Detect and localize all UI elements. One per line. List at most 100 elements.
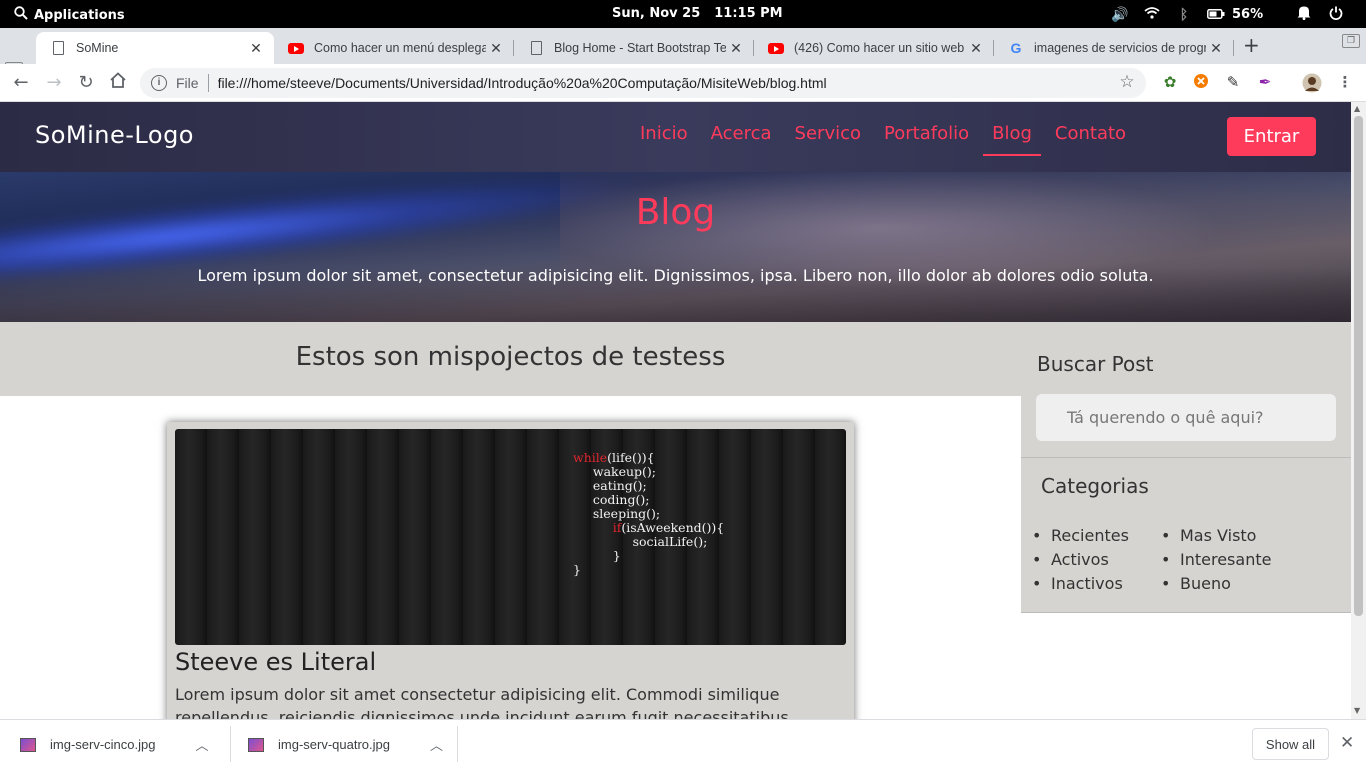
categories-list: Recientes Mas Visto Activos Interesante … bbox=[1032, 524, 1309, 596]
site-menu: Inicio Acerca Servico Portafolio Blog Co… bbox=[640, 123, 1149, 156]
image-file-icon bbox=[20, 737, 36, 752]
close-tab-icon[interactable]: ✕ bbox=[1206, 40, 1226, 57]
applications-label: Applications bbox=[34, 7, 125, 23]
profile-avatar[interactable] bbox=[1302, 73, 1322, 93]
code-line: sleeping(); bbox=[592, 506, 661, 521]
tab-title: imagenes de servicios de progr bbox=[1034, 41, 1206, 55]
code-line: socialLife(); bbox=[632, 534, 708, 549]
show-all-button[interactable]: Show all bbox=[1252, 728, 1329, 760]
post-image: while(life()){ wakeup(); eating(); codin… bbox=[175, 429, 846, 645]
address-bar[interactable]: i File file:///home/steeve/Documents/Uni… bbox=[140, 68, 1146, 98]
bookmark-star-icon[interactable]: ☆ bbox=[1115, 72, 1139, 92]
youtube-icon bbox=[768, 40, 784, 56]
sidebar: Buscar Post Tá querendo o quê aqui? Cate… bbox=[1021, 322, 1351, 613]
bluetooth-off-icon[interactable]: ᛒ bbox=[1168, 7, 1200, 23]
document-icon bbox=[50, 40, 66, 56]
tab-title: (426) Como hacer un sitio web bbox=[794, 41, 965, 55]
download-item[interactable]: img-serv-quatro.jpg ︿ bbox=[231, 720, 458, 769]
battery-icon[interactable] bbox=[1200, 7, 1232, 23]
section-header: Estos son mispojectos de testess bbox=[0, 322, 1021, 396]
power-icon[interactable] bbox=[1320, 6, 1352, 24]
extension-gears-icon[interactable]: ✿ bbox=[1160, 73, 1180, 93]
code-line: eating(); bbox=[592, 478, 647, 493]
image-file-icon bbox=[248, 737, 264, 752]
code-line: (life()){ bbox=[607, 450, 655, 465]
system-tray[interactable]: 🔊 ᛒ 56% bbox=[1104, 5, 1352, 24]
extension-feather-icon[interactable]: ✒ bbox=[1255, 73, 1275, 93]
close-tab-icon[interactable]: ✕ bbox=[246, 40, 266, 57]
menu-item-portafolio[interactable]: Portafolio bbox=[884, 123, 969, 156]
tab-imagenes-servicios[interactable]: G imagenes de servicios de progr ✕ bbox=[994, 32, 1234, 64]
clock-date: Sun, Nov 25 bbox=[612, 6, 701, 21]
forward-button[interactable]: → bbox=[42, 72, 66, 93]
document-icon bbox=[528, 40, 544, 56]
page-scrollbar[interactable]: ▲ ▼ bbox=[1351, 102, 1366, 719]
browser-menu-icon[interactable]: ⋮ bbox=[1335, 73, 1355, 93]
extension-orange-icon[interactable] bbox=[1191, 73, 1211, 93]
hero-banner: Blog Lorem ipsum dolor sit amet, consect… bbox=[0, 172, 1351, 322]
browser-tab-strip: ✕ SoMine ✕ Como hacer un menú desplega ✕… bbox=[0, 28, 1366, 76]
extension-pen-icon[interactable]: ✎ bbox=[1223, 73, 1243, 93]
download-filename: img-serv-quatro.jpg bbox=[278, 737, 390, 752]
home-button[interactable] bbox=[106, 72, 130, 93]
section-title: Estos son mispojectos de testess bbox=[295, 342, 726, 372]
youtube-icon bbox=[288, 40, 304, 56]
web-page: SoMine-Logo Inicio Acerca Servico Portaf… bbox=[0, 102, 1351, 719]
code-line: coding(); bbox=[592, 492, 650, 507]
search-input[interactable]: Tá querendo o quê aqui? bbox=[1036, 394, 1336, 441]
code-line: wakeup(); bbox=[592, 464, 657, 479]
search-title: Buscar Post bbox=[1037, 352, 1154, 376]
close-tab-icon[interactable]: ✕ bbox=[966, 40, 986, 57]
scroll-up-icon[interactable]: ▲ bbox=[1354, 104, 1360, 113]
tab-somine[interactable]: SoMine ✕ bbox=[36, 32, 274, 64]
menu-item-inicio[interactable]: Inicio bbox=[640, 123, 688, 156]
wifi-icon[interactable] bbox=[1136, 6, 1168, 23]
menu-item-contato[interactable]: Contato bbox=[1055, 123, 1126, 156]
chevron-up-icon[interactable]: ︿ bbox=[430, 735, 443, 754]
category-item[interactable]: Mas Visto bbox=[1161, 524, 1309, 548]
scrollbar-thumb[interactable] bbox=[1354, 116, 1363, 616]
site-info-icon[interactable]: i bbox=[151, 75, 167, 91]
menu-item-blog[interactable]: Blog bbox=[983, 123, 1041, 156]
code-line: while bbox=[573, 450, 608, 465]
menu-item-servico[interactable]: Servico bbox=[795, 123, 861, 156]
clock-time: 11:15 PM bbox=[714, 6, 783, 21]
tab-menu-desplegable[interactable]: Como hacer un menú desplega ✕ bbox=[274, 32, 514, 64]
category-item[interactable]: Bueno bbox=[1161, 572, 1309, 596]
hero-title: Blog bbox=[635, 192, 716, 233]
search-icon bbox=[14, 6, 28, 24]
login-button[interactable]: Entrar bbox=[1227, 117, 1316, 156]
chevron-up-icon[interactable]: ︿ bbox=[195, 735, 208, 754]
download-shelf: img-serv-cinco.jpg ︿ img-serv-quatro.jpg… bbox=[0, 719, 1366, 768]
post-title[interactable]: Steeve es Literal bbox=[175, 648, 376, 676]
menu-item-acerca[interactable]: Acerca bbox=[711, 123, 772, 156]
tab-title: Como hacer un menú desplega bbox=[314, 41, 486, 55]
back-button[interactable]: ← bbox=[9, 72, 33, 93]
new-tab-button[interactable]: + bbox=[1243, 33, 1260, 57]
notification-bell-icon[interactable] bbox=[1288, 5, 1320, 24]
reload-button[interactable]: ↻ bbox=[74, 72, 98, 93]
post-excerpt: Lorem ipsum dolor sit amet consectetur a… bbox=[175, 685, 789, 719]
code-art: while(life()){ wakeup(); eating(); codin… bbox=[573, 451, 724, 577]
category-item[interactable]: Interesante bbox=[1161, 548, 1309, 572]
download-item[interactable]: img-serv-cinco.jpg ︿ bbox=[0, 720, 231, 769]
restore-window-icon[interactable]: ❐ bbox=[1342, 34, 1360, 48]
code-line: } bbox=[612, 548, 621, 563]
system-top-bar: Applications Sun, Nov 25 11:15 PM 🔊 ᛒ 56% bbox=[0, 0, 1366, 28]
clock[interactable]: Sun, Nov 25 11:15 PM bbox=[612, 6, 797, 21]
tab-sitio-web[interactable]: (426) Como hacer un sitio web ✕ bbox=[754, 32, 994, 64]
scroll-down-icon[interactable]: ▼ bbox=[1354, 706, 1360, 715]
tab-blog-home[interactable]: Blog Home - Start Bootstrap Te ✕ bbox=[514, 32, 754, 64]
close-icon[interactable]: ✕ bbox=[1340, 733, 1354, 753]
scheme-label: File bbox=[176, 75, 199, 91]
close-tab-icon[interactable]: ✕ bbox=[486, 40, 506, 57]
hero-text: Lorem ipsum dolor sit amet, consectetur … bbox=[197, 266, 1154, 285]
close-tab-icon[interactable]: ✕ bbox=[726, 40, 746, 57]
site-logo[interactable]: SoMine-Logo bbox=[35, 121, 194, 149]
applications-menu[interactable]: Applications bbox=[14, 6, 125, 24]
url-text[interactable]: file:///home/steeve/Documents/Universida… bbox=[218, 75, 1146, 91]
blog-post-card[interactable]: while(life()){ wakeup(); eating(); codin… bbox=[167, 422, 854, 719]
site-navbar: SoMine-Logo Inicio Acerca Servico Portaf… bbox=[0, 102, 1351, 172]
download-filename: img-serv-cinco.jpg bbox=[50, 737, 156, 752]
volume-icon[interactable]: 🔊 bbox=[1104, 7, 1136, 23]
